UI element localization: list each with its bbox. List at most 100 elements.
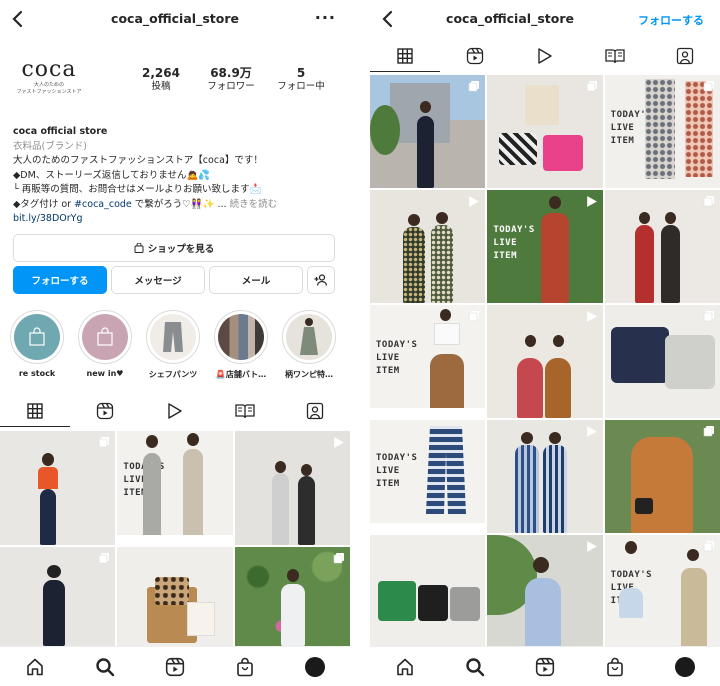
tab-reels[interactable] — [70, 395, 140, 427]
nav-search[interactable] — [440, 647, 510, 686]
avatar — [675, 656, 695, 677]
tree-shape — [370, 105, 400, 155]
view-shop-button[interactable]: ショップを見る — [13, 234, 335, 262]
highlight-label: re stock — [18, 369, 56, 378]
person-figure — [618, 588, 643, 618]
tab-videos[interactable] — [140, 395, 210, 427]
nav-profile[interactable] — [280, 647, 350, 686]
post-thumbnail[interactable] — [487, 305, 603, 418]
logo-word: coca — [21, 57, 77, 82]
suggested-users-button[interactable] — [307, 266, 335, 294]
nav-search[interactable] — [70, 647, 140, 686]
nav-reels[interactable] — [140, 647, 210, 686]
tab-guides[interactable] — [210, 395, 280, 427]
highlight-cover — [286, 314, 332, 360]
carousel-icon — [99, 437, 110, 448]
person-head — [525, 335, 537, 347]
highlight-print-dress[interactable]: 柄ワンピ特… — [280, 310, 338, 380]
post-thumbnail[interactable] — [0, 547, 116, 646]
home-icon — [397, 658, 413, 675]
post-thumbnail[interactable] — [0, 431, 116, 545]
shop-bag-icon — [237, 657, 253, 676]
person-head — [300, 464, 312, 476]
person-head — [146, 435, 159, 448]
post-thumbnail[interactable] — [370, 190, 486, 303]
stat-followers[interactable]: 68.9万 フォロワー — [196, 66, 266, 94]
follow-button[interactable]: フォローする — [13, 266, 107, 294]
video-play-icon — [538, 48, 552, 64]
nav-shop[interactable] — [210, 647, 280, 686]
carousel-icon — [469, 81, 480, 92]
stat-posts[interactable]: 2,264 投稿 — [126, 66, 196, 94]
stat-following[interactable]: 5 フォロー中 — [266, 66, 336, 94]
post-thumbnail[interactable] — [487, 535, 603, 648]
post-thumbnail[interactable] — [604, 305, 720, 418]
posts-grid: TODAY'S LIVE ITEM — [0, 431, 350, 646]
nav-home[interactable] — [0, 647, 70, 686]
tab-posts-grid[interactable] — [0, 395, 70, 427]
hashtag-link[interactable]: #coca_code — [74, 199, 132, 210]
video-play-icon — [586, 196, 597, 207]
dress-shape — [644, 79, 675, 179]
tab-posts-grid[interactable] — [370, 40, 440, 72]
post-thumbnail[interactable] — [370, 75, 486, 188]
tab-tagged[interactable] — [280, 395, 350, 427]
username-title: coca_official_store — [446, 11, 574, 26]
green-bag-shape — [378, 581, 416, 621]
reels-icon — [466, 47, 484, 65]
shop-bag-icon — [134, 243, 144, 253]
person-figure — [297, 476, 315, 545]
message-button[interactable]: メッセージ — [111, 266, 205, 294]
highlight-store-battle[interactable]: 🚨店舗バト… — [212, 310, 270, 380]
crossbody-bag-shape — [634, 498, 653, 514]
tab-reels[interactable] — [440, 40, 510, 72]
back-arrow-icon[interactable] — [378, 8, 398, 30]
person-figure — [40, 489, 56, 545]
post-thumbnail[interactable]: TODAY'S LIVE ITEM — [487, 190, 603, 303]
highlight-new-in[interactable]: new in♥ — [76, 310, 134, 380]
post-thumbnail[interactable] — [234, 431, 350, 545]
bio-website-link[interactable]: bit.ly/38DOrYg — [13, 212, 343, 227]
nav-shop[interactable] — [580, 647, 650, 686]
post-thumbnail[interactable] — [370, 535, 486, 648]
person-head — [286, 569, 299, 582]
nav-reels[interactable] — [510, 647, 580, 686]
post-thumbnail[interactable]: TODAY'S LIVE ITEM — [370, 305, 486, 418]
carousel-icon — [99, 553, 110, 564]
grid-icon — [397, 48, 413, 64]
highlight-chef-pants[interactable]: シェフパンツ — [144, 310, 202, 380]
post-thumbnail[interactable]: TODAY'S LIVE ITEM — [604, 535, 720, 648]
more-dots-icon[interactable]: ··· — [315, 8, 336, 27]
carousel-icon — [703, 81, 714, 92]
read-more-link[interactable]: 続きを読む — [230, 199, 278, 210]
post-thumbnail[interactable]: TODAY'S LIVE ITEM — [370, 420, 486, 533]
post-thumbnail[interactable]: TODAY'S LIVE ITEM — [117, 431, 233, 545]
bio-line: ◆タグ付け or #coca_code で繋がろう♡👭✨ ... 続きを読む — [13, 198, 343, 213]
person-figure — [271, 473, 289, 545]
post-thumbnail[interactable] — [487, 420, 603, 533]
post-thumbnail[interactable] — [604, 190, 720, 303]
bio-text: ◆タグ付け or — [13, 198, 75, 210]
post-thumbnail[interactable] — [234, 547, 350, 646]
person-head — [47, 565, 61, 578]
nav-profile[interactable] — [650, 647, 720, 686]
stat-value: 5 — [296, 66, 306, 80]
post-thumbnail[interactable]: TODAY'S LIVE ITEM — [604, 75, 720, 188]
post-thumbnail[interactable] — [487, 75, 603, 188]
video-play-icon — [586, 426, 597, 437]
tab-guides[interactable] — [580, 40, 650, 72]
nav-home[interactable] — [370, 647, 440, 686]
post-thumbnail[interactable] — [604, 420, 720, 533]
grey-shirt-shape — [664, 335, 715, 389]
profile-avatar-logo[interactable]: coca 大人のための ファストファッションストア — [14, 58, 84, 104]
tab-tagged[interactable] — [650, 40, 720, 72]
tab-videos[interactable] — [510, 40, 580, 72]
follow-link-button[interactable]: フォローする — [638, 12, 704, 28]
post-overlay-text: TODAY'S LIVE ITEM — [376, 453, 418, 489]
email-button[interactable]: メール — [209, 266, 303, 294]
post-overlay-text: TODAY'S LIVE ITEM — [493, 225, 535, 261]
shop-button-label: ショップを見る — [147, 244, 215, 255]
highlight-restock[interactable]: re stock — [8, 310, 66, 380]
tagged-icon — [306, 402, 324, 420]
post-thumbnail[interactable] — [117, 547, 233, 646]
